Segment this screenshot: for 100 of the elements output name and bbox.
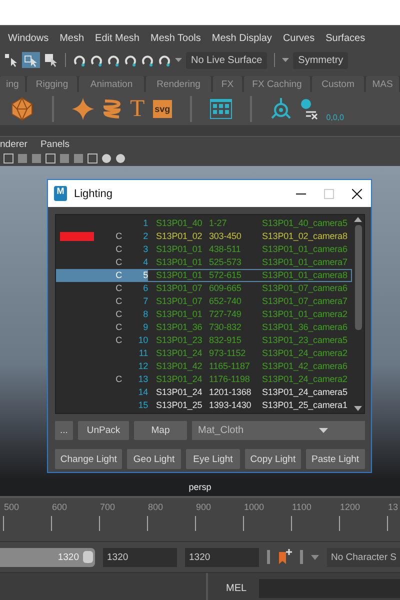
frame-range: 438-511	[209, 243, 242, 256]
shot-name: S13P01_36	[156, 321, 204, 334]
frame-range: 1393-1430	[209, 399, 252, 412]
start-frame-field[interactable]: 1320	[103, 548, 177, 566]
frame-range: 973-1152	[209, 347, 247, 360]
list-row[interactable]: 15 S13P01_25 1393-1430 S13P01_25_camera1	[56, 399, 352, 412]
list-row[interactable]: C 3 S13P01_01 438-511 S13P01_01_camera6	[56, 243, 352, 256]
panel-menu-item[interactable]: Panels	[40, 138, 70, 150]
camera-name: S13P01_24_camera2	[262, 347, 348, 360]
shelf-tab[interactable]: Custom	[312, 76, 364, 92]
shelf-tab[interactable]: ing	[0, 76, 25, 92]
frame-number: 600	[52, 502, 68, 512]
frame-range: 727-749	[209, 308, 242, 321]
row-index: 13	[137, 373, 149, 386]
tool-button[interactable]: UnPack	[78, 421, 129, 440]
shot-name: S13P01_01	[156, 269, 204, 282]
symmetry-dropdown[interactable]: Symmetry	[293, 52, 348, 68]
list-row[interactable]: C 8 S13P01_01 727-749 S13P01_01_camera2	[56, 308, 352, 321]
flag-label: C	[114, 373, 123, 386]
tool-button[interactable]: Map	[134, 421, 187, 440]
light-button[interactable]: Copy Light	[245, 449, 301, 469]
list-row[interactable]: 1 S13P01_40 1-27 S13P01_40_camera5	[56, 217, 352, 230]
frame-range: 1165-1187	[209, 360, 251, 373]
list-row[interactable]: C 2 S13P01_02 303-450 S13P01_02_camera8	[56, 230, 352, 243]
shelf-tab[interactable]: Rendering	[146, 76, 211, 92]
coordinate-label[interactable]: 0,0,0	[326, 113, 344, 122]
row-index: 8	[142, 308, 149, 321]
row-index: 5	[142, 269, 149, 282]
menu-item[interactable]: Mesh Display	[212, 32, 272, 44]
frame-range: 609-665	[209, 282, 242, 295]
character-set-dropdown[interactable]: No Character S	[327, 548, 400, 566]
range-slider[interactable]: 1320	[0, 548, 95, 566]
menu-item[interactable]: Windows	[8, 32, 49, 44]
list-row[interactable]: C 7 S13P01_07 652-740 S13P01_07_camera7	[56, 295, 352, 308]
tool-button[interactable]: ...	[55, 421, 73, 440]
frame-number: 800	[148, 502, 164, 512]
shot-name: S13P01_01	[156, 308, 204, 321]
text-tool-icon[interactable]: T	[130, 96, 145, 120]
shelf-tab[interactable]: FX Caching	[244, 76, 310, 92]
list-row[interactable]: C 6 S13P01_07 609-665 S13P01_07_camera6	[56, 282, 352, 295]
list-row[interactable]: C 4 S13P01_01 525-573 S13P01_01_camera7	[56, 256, 352, 269]
menu-item[interactable]: Mesh	[60, 32, 84, 44]
shot-name: S13P01_01	[156, 243, 204, 256]
frame-range: 572-615	[209, 269, 242, 282]
list-row[interactable]: C 9 S13P01_36 730-832 S13P01_36_camera6	[56, 321, 352, 334]
light-button[interactable]: Change Light	[55, 449, 122, 469]
frame-number: 700	[100, 502, 116, 512]
row-index: 9	[142, 321, 149, 334]
frame-range: 652-740	[209, 295, 242, 308]
flag-label: C	[114, 230, 123, 243]
list-row[interactable]: 11 S13P01_24 973-1152 S13P01_24_camera2	[56, 347, 352, 360]
menu-item[interactable]: Edit Mesh	[95, 32, 140, 44]
list-row[interactable]: 12 S13P01_42 1165-1187 S13P01_42_camera6	[56, 360, 352, 373]
shot-name: S13P01_24	[156, 386, 204, 399]
row-index: 3	[142, 243, 149, 256]
flag-label: C	[114, 334, 123, 347]
end-frame-field[interactable]: 1320	[185, 548, 259, 566]
row-index: 1	[142, 217, 149, 230]
camera-name: S13P01_07_camera7	[262, 295, 348, 308]
frame-range: 730-832	[209, 321, 242, 334]
menu-item[interactable]: Surfaces	[326, 32, 366, 44]
row-index: 10	[137, 334, 149, 347]
shelf-tab[interactable]: FX	[213, 76, 242, 92]
shot-name: S13P01_40	[156, 217, 204, 230]
list-row[interactable]: C 5 S13P01_01 572-615 S13P01_01_camera8	[56, 269, 352, 282]
frame-number: 900	[196, 502, 212, 512]
live-surface-field[interactable]: No Live Surface	[186, 52, 268, 68]
menu-item[interactable]: Curves	[282, 32, 315, 44]
svg-tool-icon[interactable]: svg	[152, 100, 172, 118]
frame-range: 1-27	[209, 217, 228, 230]
window-title: Lighting	[74, 188, 114, 200]
flag-label: C	[114, 256, 123, 269]
menu-item[interactable]: Mesh Tools	[150, 32, 201, 44]
list-row[interactable]: 14 S13P01_24 1201-1368 S13P01_24_camera5	[56, 386, 352, 399]
light-button[interactable]: Paste Light	[306, 449, 365, 469]
shelf-tab[interactable]: MAS	[366, 76, 399, 92]
row-index: 15	[137, 399, 149, 412]
flag-label: C	[114, 321, 123, 334]
camera-name: S13P01_01_camera2	[262, 308, 348, 321]
list-row[interactable]: C 10 S13P01_23 832-915 S13P01_23_camera5	[56, 334, 352, 347]
frame-number: 1200	[340, 502, 362, 512]
shelf-tab[interactable]: Animation	[79, 76, 144, 92]
app-icon: M	[54, 186, 67, 201]
camera-name: S13P01_01_camera7	[262, 256, 348, 269]
flag-label: C	[114, 269, 123, 282]
material-dropdown[interactable]: Mat_Cloth	[192, 421, 365, 440]
script-language-label[interactable]: MEL	[226, 582, 247, 594]
row-index: 12	[137, 360, 149, 373]
row-index: 7	[142, 295, 149, 308]
camera-name: S13P01_23_camera5	[262, 334, 348, 347]
list-row[interactable]: C 13 S13P01_24 1176-1198 S13P01_24_camera2	[56, 373, 352, 386]
shelf-tab[interactable]: Rigging	[27, 76, 77, 92]
light-button[interactable]: Eye Light	[186, 449, 240, 469]
camera-name: S13P01_42_camera6	[262, 360, 348, 373]
light-button[interactable]: Geo Light	[127, 449, 181, 469]
flag-label: C	[114, 308, 123, 321]
panel-menu-item[interactable]: nderer	[0, 138, 28, 150]
frame-range: 1176-1198	[209, 373, 251, 386]
dropdown-value: Mat_Cloth	[198, 425, 245, 436]
flag-label: C	[114, 243, 123, 256]
